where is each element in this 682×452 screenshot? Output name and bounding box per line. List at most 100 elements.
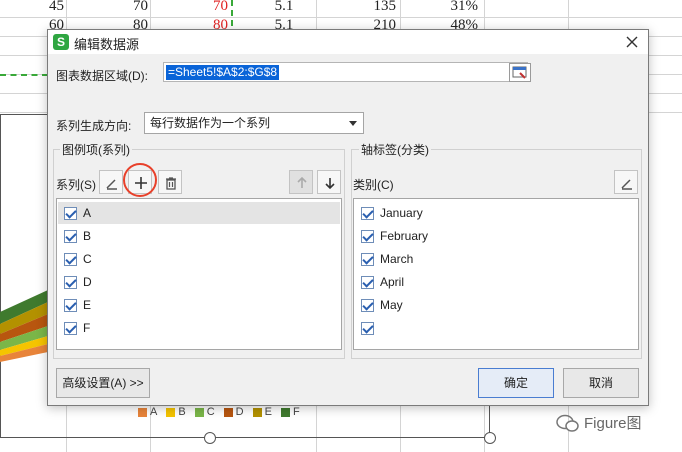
legend-item: E [252,406,272,418]
legend-label: F [292,406,300,418]
series-item-label: E [83,298,92,312]
checkbox[interactable] [361,298,374,312]
checkbox[interactable] [361,229,374,243]
category-item-label: February [380,229,429,243]
legend-label: B [178,406,186,418]
data-range-input[interactable]: =Sheet5!$A$2:$G$8 [163,62,528,82]
arrow-up-icon [297,176,307,188]
delete-series-button[interactable] [158,170,182,194]
category-list-item[interactable]: May [355,294,637,316]
cell[interactable]: 45 [30,0,64,15]
ok-button[interactable]: 确定 [478,368,554,398]
category-list-item[interactable] [355,317,637,339]
series-label: 系列(S) [56,178,96,192]
series-item-label: A [83,206,92,220]
highlight-circle [123,163,157,197]
series-list-item[interactable]: B [58,225,340,247]
category-list[interactable]: January February March April May [353,198,639,350]
checkbox[interactable] [361,321,374,335]
close-icon [626,36,638,48]
legend-label: D [235,406,244,418]
category-label: 类别(C) [353,178,394,192]
category-item-label: May [380,298,403,312]
legend-label: E [264,406,272,418]
cell[interactable]: 135 [340,0,397,15]
legend-label: C [206,406,215,418]
legend-item: F [280,406,300,418]
cell[interactable]: 31% [420,0,479,15]
series-item-label: B [83,229,92,243]
checkbox[interactable] [64,321,77,335]
checkbox[interactable] [361,206,374,220]
legend-label: A [150,406,158,418]
watermark: Figure图 [556,412,642,433]
edit-data-source-dialog: S 编辑数据源 图表数据区域(D): =Sheet5!$A$2:$G$8 系列生… [47,29,649,406]
chevron-down-icon [349,121,357,126]
arrow-down-icon [325,178,335,190]
series-list-item[interactable]: E [58,294,340,316]
cancel-button[interactable]: 取消 [563,368,639,398]
series-direction-value: 每行数据作为一个系列 [150,116,271,130]
move-up-button[interactable] [289,170,313,194]
wps-app-icon: S [53,34,69,50]
category-item-label: March [380,252,414,266]
chart-resize-handle[interactable] [484,432,496,444]
category-list-item[interactable]: April [355,271,637,293]
trash-icon [166,177,176,190]
cell[interactable]: 70 [180,0,228,15]
axis-group-title: 轴标签(分类) [359,141,431,158]
advanced-settings-button[interactable]: 高级设置(A) >> [56,368,150,398]
close-button[interactable] [622,32,642,52]
range-label: 图表数据区域(D): [56,69,148,83]
edit-series-button[interactable] [99,170,123,194]
legend-swatch [280,407,290,417]
legend-swatch [223,407,233,417]
category-list-item[interactable]: February [355,225,637,247]
selection-dashed-border [0,74,48,76]
series-list-item[interactable]: A [58,202,340,224]
legend-swatch [166,407,176,417]
checkbox[interactable] [64,275,77,289]
legend-swatch [194,407,204,417]
legend-group-title: 图例项(系列) [60,141,132,158]
dialog-titlebar[interactable]: S 编辑数据源 [48,30,648,54]
checkbox[interactable] [64,298,77,312]
watermark-text: Figure图 [584,415,642,432]
category-list-item[interactable]: January [355,202,637,224]
series-item-label: D [83,275,92,289]
checkbox[interactable] [64,252,77,266]
dialog-title: 编辑数据源 [74,37,140,52]
data-range-value: =Sheet5!$A$2:$G$8 [166,65,280,80]
legend-item: D [223,406,244,418]
wechat-icon [556,414,579,432]
checkbox[interactable] [64,206,77,220]
series-list-item[interactable]: F [58,317,340,339]
pencil-icon [106,179,117,190]
category-item-label: April [380,275,405,289]
pencil-icon [621,179,632,190]
chart-resize-handle[interactable] [204,432,216,444]
direction-label: 系列生成方向: [56,119,132,133]
checkbox[interactable] [64,229,77,243]
legend-item: A [138,406,157,418]
checkbox[interactable] [361,275,374,289]
series-item-label: C [83,252,92,266]
series-item-label: F [83,321,91,335]
series-list-item[interactable]: C [58,248,340,270]
range-picker-icon [512,66,527,79]
series-list[interactable]: A B C D E F [56,198,342,350]
series-direction-select[interactable]: 每行数据作为一个系列 [144,112,364,134]
cell[interactable]: 70 [100,0,148,15]
legend-swatch [252,407,262,417]
range-select-button[interactable] [509,63,531,82]
cell[interactable]: 5.1 [260,0,308,15]
edit-category-button[interactable] [614,170,638,194]
checkbox[interactable] [361,252,374,266]
move-down-button[interactable] [317,170,341,194]
category-list-item[interactable]: March [355,248,637,270]
category-item-label: January [380,206,423,220]
chart-legend: A B C D E F [138,406,300,418]
legend-swatch [138,407,147,417]
series-list-item[interactable]: D [58,271,340,293]
legend-item: B [166,406,186,418]
